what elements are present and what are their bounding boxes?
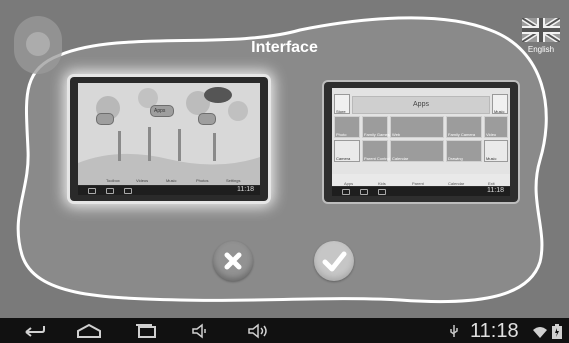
back-icon[interactable] — [22, 323, 46, 339]
interface-option-kid[interactable]: Apps Toolbox Videos Music Photos Setting… — [70, 77, 268, 201]
app-tile: Family Camera — [446, 116, 482, 138]
home-icon — [360, 189, 368, 195]
app-bottom-strip: Apps Kids Parent Calendar Exit — [332, 174, 510, 186]
back-icon — [88, 188, 96, 194]
kid-dock: Toolbox Videos Music Photos Settings — [96, 175, 260, 183]
app-tile: Calendar — [390, 140, 444, 162]
home-icon[interactable] — [76, 323, 102, 339]
status-clock: 11:18 — [470, 320, 519, 342]
tile-label: Video — [486, 132, 497, 137]
kid-app-label: Apps — [154, 108, 166, 114]
tile-label: Camera — [336, 156, 351, 161]
volume-down-icon[interactable] — [190, 323, 214, 339]
x-icon — [224, 252, 242, 270]
dock-item: Photos — [196, 178, 209, 183]
app-tile: Camera — [334, 140, 360, 162]
app-tile: Music — [484, 140, 508, 162]
dock-item: Settings — [226, 178, 241, 183]
app-tile: Drawing — [446, 140, 482, 162]
recent-apps-icon[interactable] — [134, 323, 158, 339]
bottom-item: Calendar — [448, 181, 465, 186]
kid-scene — [78, 87, 260, 185]
tile-label: Photo — [336, 132, 347, 137]
tile-label: Drawing — [448, 156, 463, 161]
kid-app-icon-1 — [96, 113, 114, 125]
wifi-icon — [533, 327, 547, 338]
tile-label: Family Games — [364, 132, 390, 137]
bottom-item: Apps — [344, 181, 354, 186]
app-tile: Video — [484, 116, 508, 138]
bottom-item: Parent — [412, 181, 424, 186]
app-tile: Family Games — [362, 116, 390, 138]
checkmark-icon — [322, 251, 347, 272]
usb-icon — [450, 325, 458, 337]
dock-item: Videos — [136, 178, 149, 183]
preview-navbar: 11:18 — [78, 186, 260, 195]
recent-apps-icon — [124, 188, 132, 194]
music-side-tile: Music — [492, 94, 508, 114]
app-tile: Photo — [334, 116, 360, 138]
apps-header: Apps — [352, 96, 490, 114]
preview-navbar: 11:18 — [332, 187, 510, 196]
tile-label: Web — [392, 132, 401, 137]
interface-option-standard[interactable]: Apps Store Music Photo Family Games Web … — [324, 82, 518, 202]
bottom-item: Kids — [378, 181, 386, 186]
page-title: Interface — [251, 39, 318, 56]
app-tile: Web — [390, 116, 444, 138]
store-tile: Store — [334, 94, 350, 114]
standard-interface-screen: Apps Store Music Photo Family Games Web … — [332, 88, 510, 186]
app-tile: Parent Control — [362, 140, 390, 162]
back-icon — [342, 189, 350, 195]
recent-apps-icon — [378, 189, 386, 195]
tile-label: Calendar — [392, 156, 409, 161]
volume-up-icon[interactable] — [246, 323, 272, 339]
confirm-button[interactable] — [314, 241, 354, 281]
dock-item: Toolbox — [106, 178, 120, 183]
tile-label: Music — [494, 109, 505, 114]
cancel-button[interactable] — [213, 241, 253, 281]
battery-icon — [552, 324, 562, 339]
preview-clock: 11:18 — [237, 186, 254, 193]
tile-label: Parent Control — [364, 156, 390, 161]
home-icon — [106, 188, 114, 194]
kid-app-icon-3 — [198, 113, 216, 125]
bottom-item: Exit — [488, 181, 495, 186]
tile-label: Family Camera — [448, 132, 476, 137]
kid-interface-screen: Apps Toolbox Videos Music Photos Setting… — [78, 83, 260, 185]
preview-clock: 11:18 — [487, 187, 504, 194]
dock-item: Music — [166, 178, 177, 183]
tile-label: Store — [336, 109, 346, 114]
tile-label: Music — [486, 156, 497, 161]
system-navigation-bar: 11:18 — [0, 318, 569, 343]
